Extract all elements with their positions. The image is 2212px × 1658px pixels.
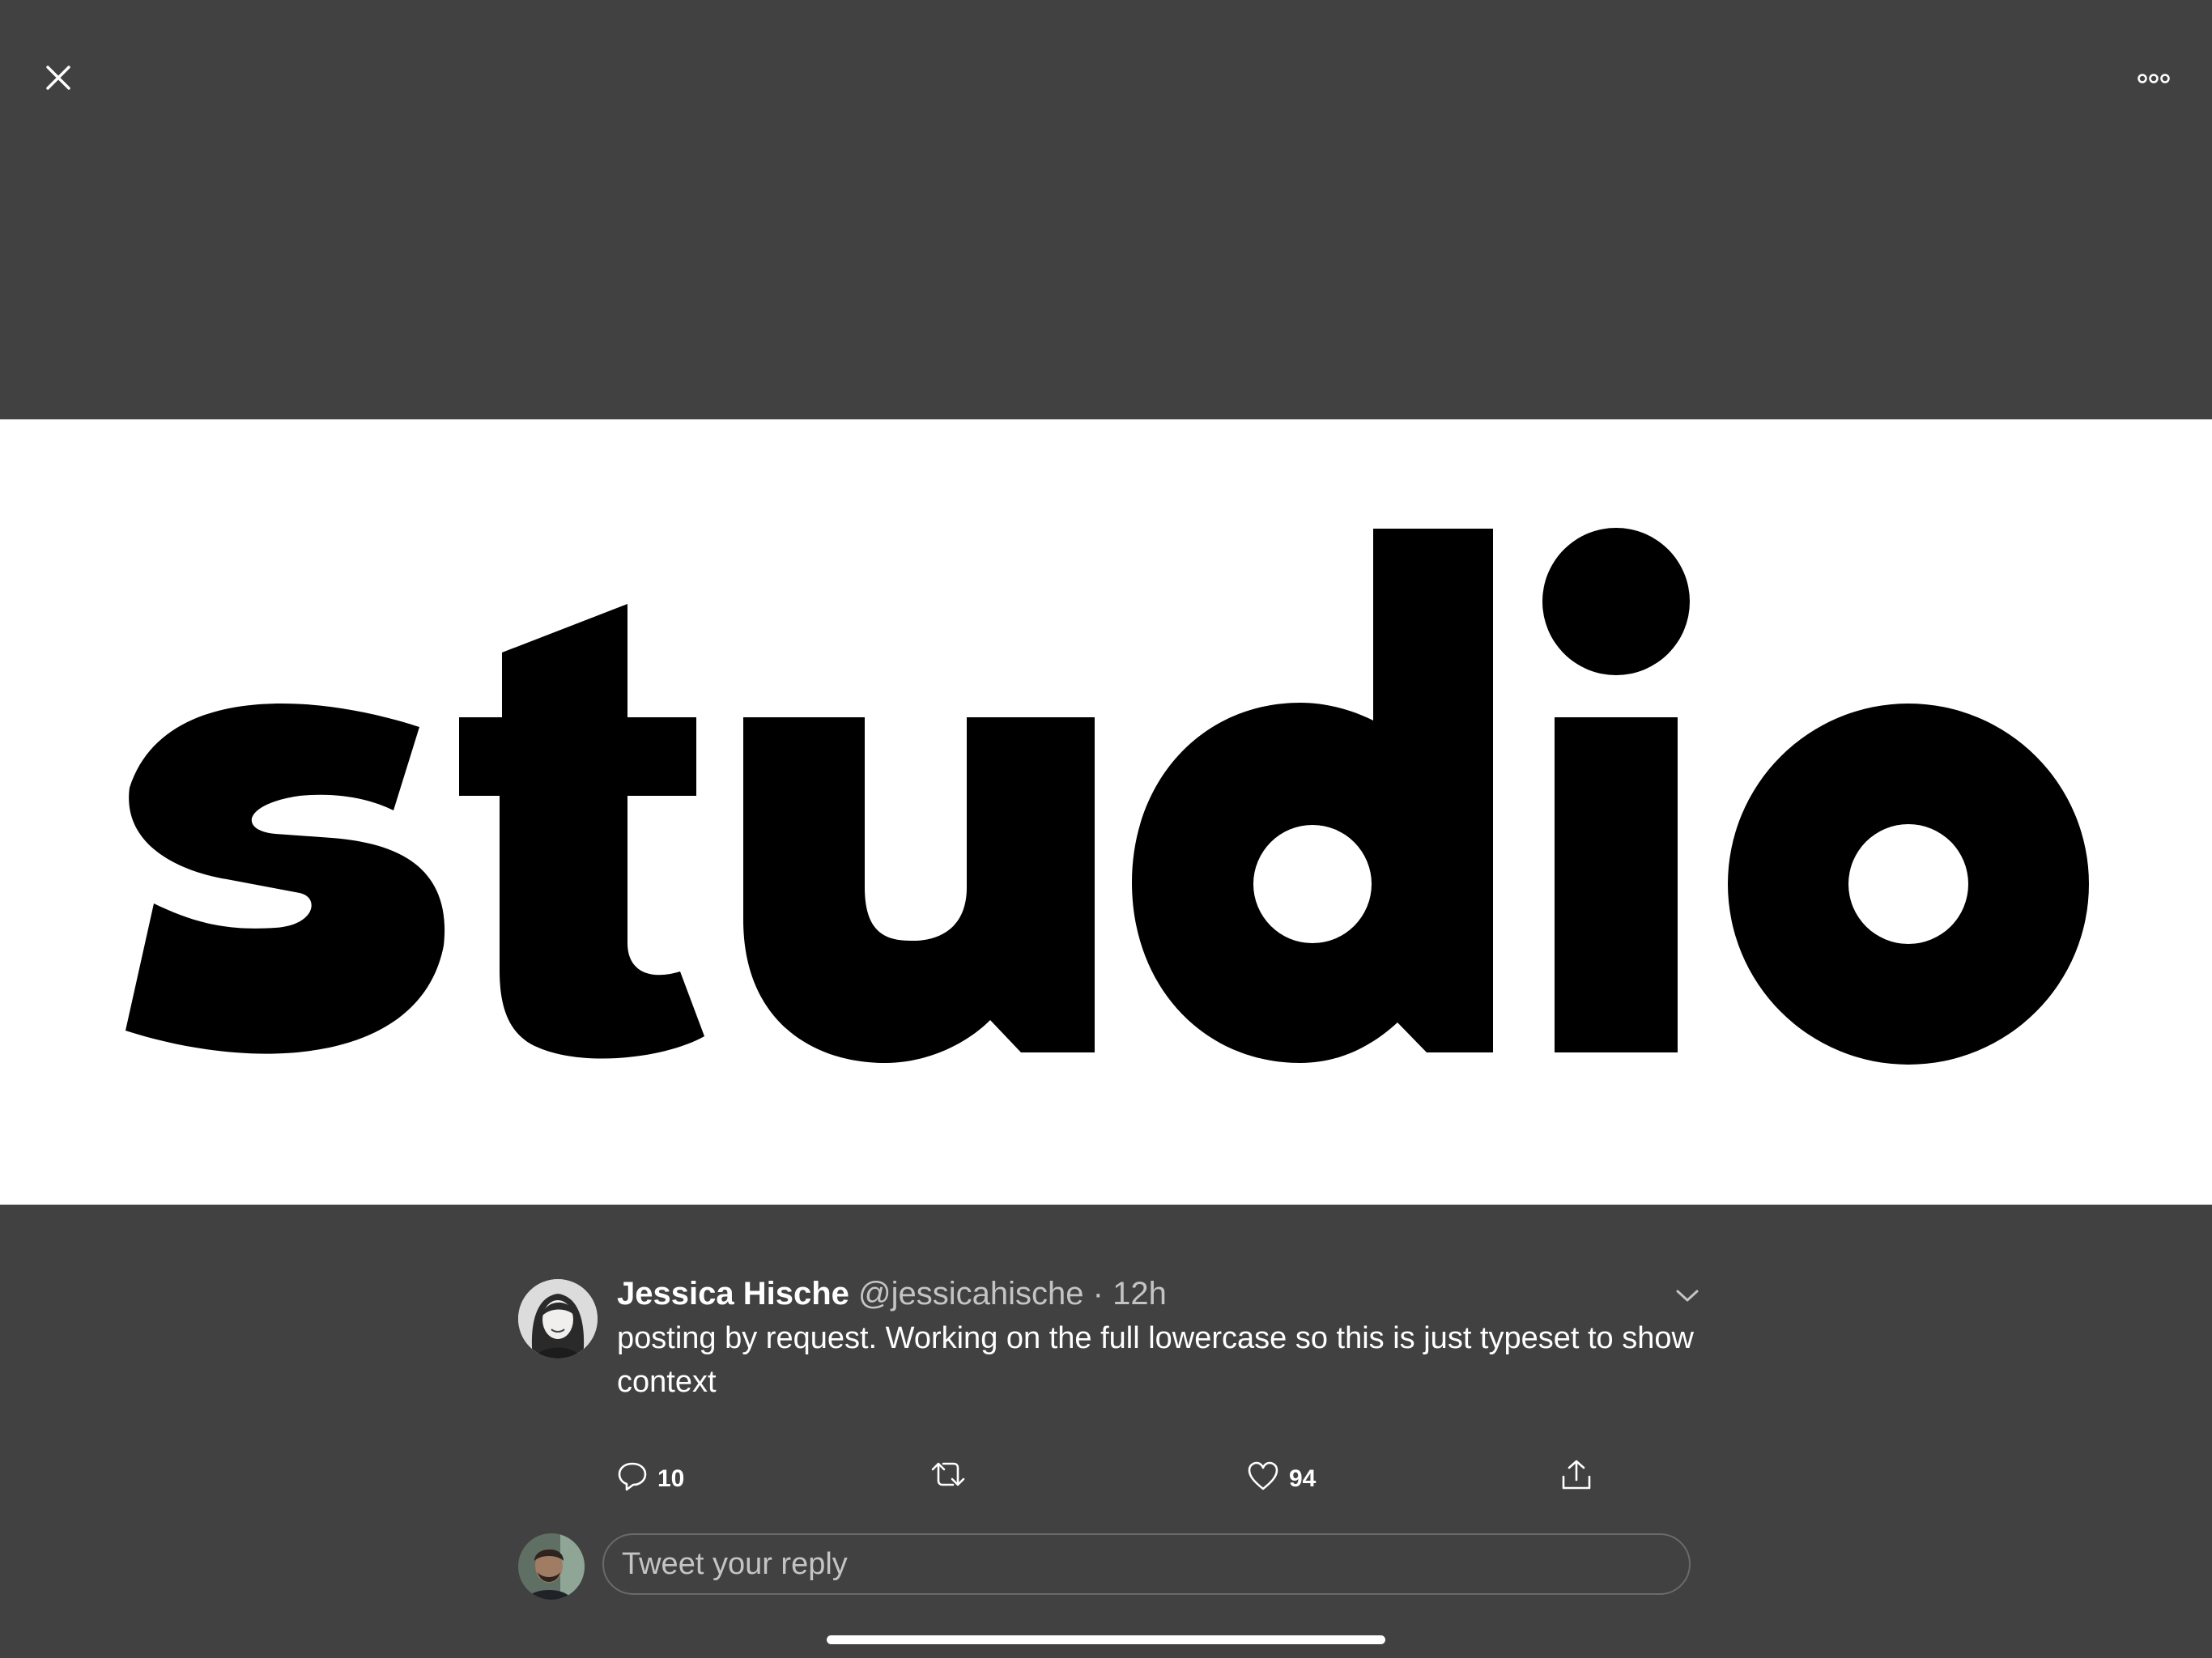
share-button[interactable]	[1560, 1459, 1593, 1491]
author-avatar[interactable]	[518, 1279, 598, 1358]
current-user-avatar[interactable]	[518, 1533, 585, 1600]
more-options-button[interactable]	[2129, 58, 2178, 99]
tweet-options-button[interactable]	[1671, 1281, 1704, 1310]
top-bar	[0, 0, 2212, 162]
reply-composer	[518, 1530, 1700, 1600]
reply-count: 10	[657, 1465, 685, 1492]
chevron-down-icon	[1676, 1290, 1699, 1302]
reply-input[interactable]	[602, 1533, 1691, 1595]
home-indicator[interactable]	[827, 1635, 1385, 1644]
current-user-avatar-image	[518, 1533, 585, 1600]
author-name[interactable]: Jessica Hische	[617, 1276, 849, 1312]
author-handle[interactable]: @jessicahische	[858, 1276, 1084, 1312]
tweet-media-image[interactable]	[0, 419, 2212, 1205]
tweet-timestamp: 12h	[1112, 1276, 1167, 1312]
like-count: 94	[1289, 1465, 1317, 1492]
share-icon	[1562, 1460, 1591, 1490]
author-avatar-image	[518, 1279, 598, 1358]
retweet-button[interactable]	[930, 1459, 966, 1490]
reply-icon	[618, 1462, 647, 1491]
header-separator: ·	[1092, 1276, 1104, 1312]
like-button[interactable]: 94	[1247, 1459, 1316, 1493]
close-icon	[46, 66, 70, 90]
studio-lettering-artwork	[125, 528, 2089, 1065]
more-options-icon	[2138, 74, 2170, 83]
retweet-icon	[931, 1462, 965, 1486]
reply-button[interactable]: 10	[617, 1459, 684, 1493]
close-button[interactable]	[36, 55, 81, 100]
tweet-header: Jessica Hische @jessicahische · 12h	[617, 1271, 1167, 1316]
tweet-text: posting by request. Working on the full …	[617, 1321, 1694, 1399]
heart-icon	[1248, 1461, 1278, 1490]
tweet-actions: 10 94	[617, 1459, 1718, 1507]
